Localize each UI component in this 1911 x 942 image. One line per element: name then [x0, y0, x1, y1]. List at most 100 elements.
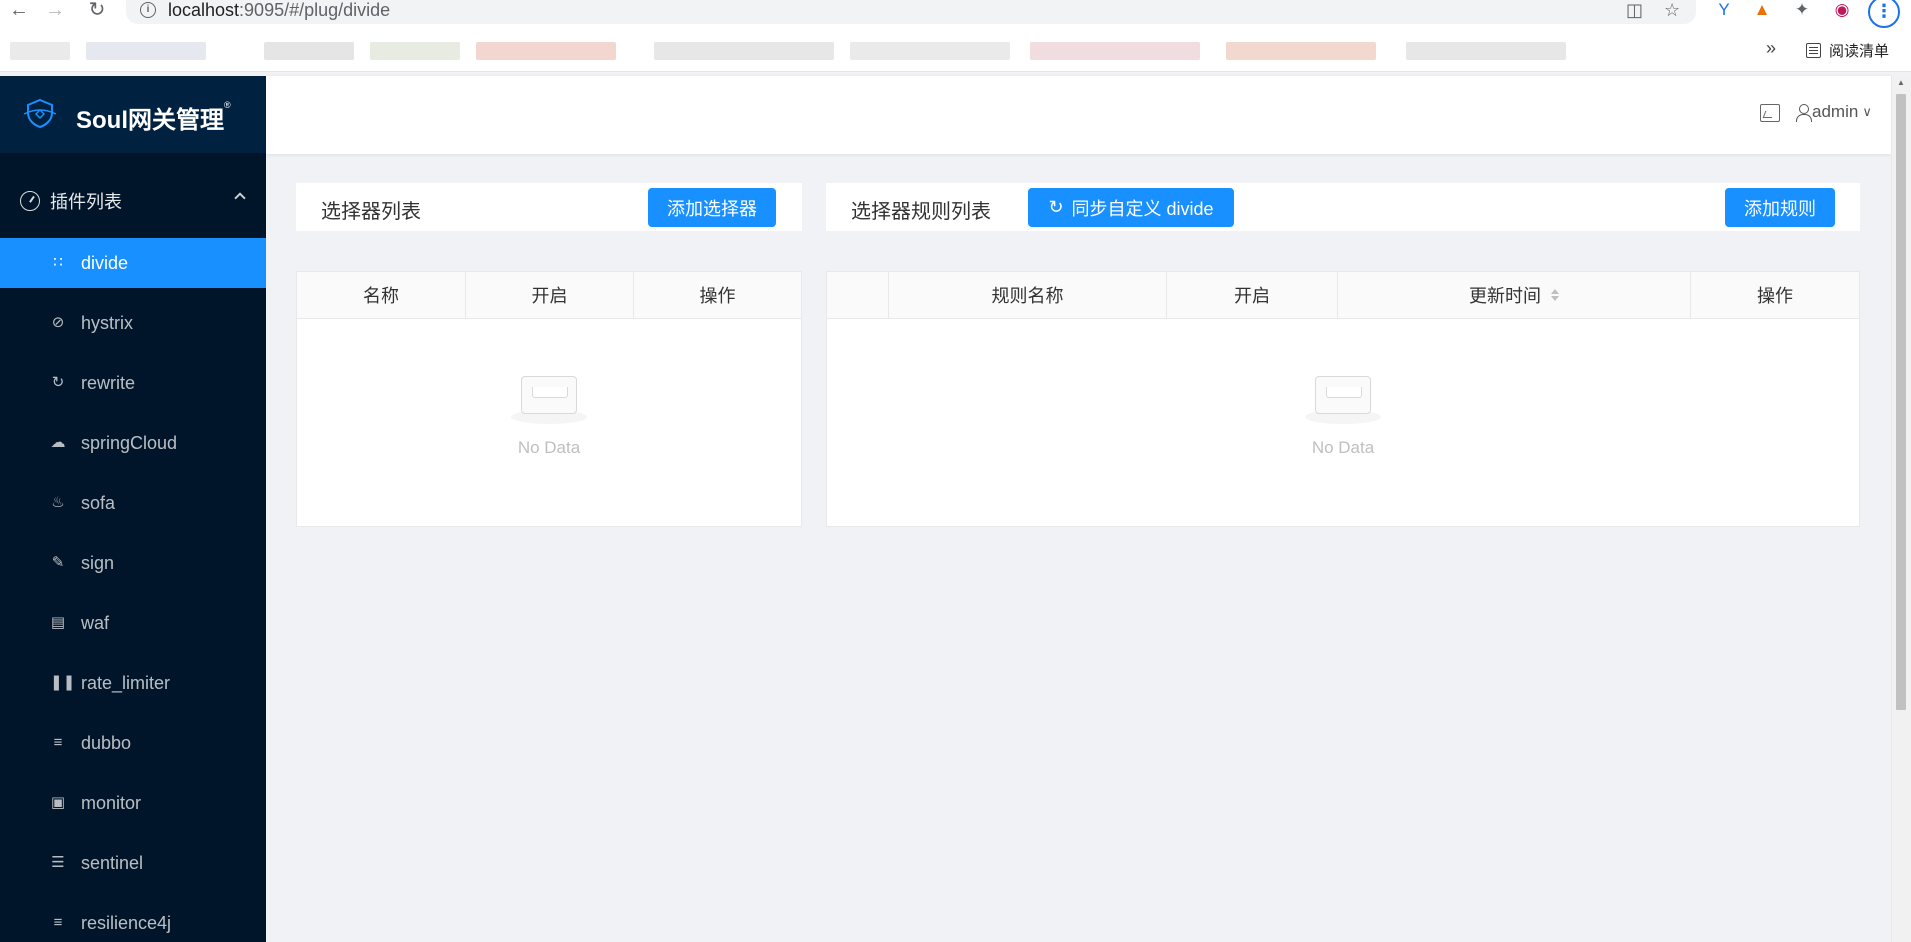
sort-caret-icon[interactable] [1551, 289, 1559, 301]
column-header-action: 操作 [699, 286, 736, 306]
sync-button-label: 同步自定义 divide [1071, 198, 1214, 219]
column-header-enabled: 开启 [466, 272, 634, 318]
profile-avatar-icon[interactable]: ◉ [1830, 0, 1854, 22]
rule-table: 规则名称 开启 更新时间 操作 No Data [826, 271, 1860, 527]
rule-panel-header: 选择器规则列表 ↻ 同步自定义 divide 添加规则 [826, 183, 1860, 231]
browser-toolbar: ← → ↻ i localhost:9095/#/plug/divide ◫ ☆… [0, 0, 1911, 28]
bookmark-blurred[interactable] [1406, 42, 1566, 60]
bookmarks-bar: » 阅读清单 [0, 28, 1911, 72]
column-header-enabled: 开启 [1167, 272, 1338, 318]
url-host: localhost [168, 0, 240, 20]
sidebar-item-hystrix[interactable]: ⊘ hystrix [0, 298, 266, 348]
sidebar-item-sentinel[interactable]: ☰ sentinel [0, 838, 266, 888]
plugin-menu: ∷ divide ⊘ hystrix ↻ rewrite ☁ springClo… [0, 238, 266, 942]
sidebar-item-label: divide [81, 253, 129, 273]
reading-list-button[interactable]: 阅读清单 [1806, 40, 1889, 61]
column-header-blank [827, 272, 889, 318]
sync-icon: ↻ [1048, 197, 1064, 217]
bookmark-star-icon[interactable]: ☆ [1664, 0, 1680, 20]
bookmark-blurred[interactable] [850, 42, 1010, 60]
extensions-puzzle-icon[interactable]: ✦ [1790, 0, 1814, 22]
user-menu[interactable]: admin ∨ [1796, 102, 1872, 122]
sidebar-item-label: rewrite [81, 373, 136, 393]
extension-tree-icon[interactable]: ▲ [1750, 0, 1774, 22]
add-rule-button[interactable]: 添加规则 [1725, 188, 1835, 227]
logo-text: Soul网关管理® [76, 100, 231, 135]
sidebar-item-label: sign [81, 553, 115, 573]
selector-panel-header: 选择器列表 添加选择器 [296, 183, 802, 231]
bookmark-blurred[interactable] [10, 42, 70, 60]
bookmark-blurred[interactable] [654, 42, 834, 60]
highlight-icon: ✎ [51, 554, 65, 571]
camera-icon: ▣ [50, 794, 66, 811]
sidebar-item-label: dubbo [81, 733, 132, 753]
selector-panel-title: 选择器列表 [321, 201, 421, 223]
url-text[interactable]: localhost:9095/#/plug/divide [168, 0, 390, 20]
page-scrollbar-thumb[interactable] [1896, 94, 1906, 710]
image-export-icon[interactable] [1760, 104, 1780, 122]
rule-panel-title: 选择器规则列表 [851, 201, 991, 223]
submenu-plugin-list[interactable]: 插件列表 [0, 176, 266, 226]
sidebar-item-sofa[interactable]: ♨ sofa [0, 478, 266, 528]
sidebar-item-dubbo[interactable]: ≡ dubbo [0, 718, 266, 768]
chevron-up-icon [234, 192, 246, 204]
username: admin [1812, 102, 1859, 121]
selector-table: 名称 开启 操作 No Data [296, 271, 802, 527]
top-header: admin ∨ [266, 76, 1891, 154]
bookmark-blurred[interactable] [264, 42, 354, 60]
cloud-icon: ☁ [50, 434, 66, 451]
selector-table-header: 名称 开启 操作 [297, 272, 801, 319]
empty-inbox-icon [511, 372, 587, 424]
bookmark-blurred[interactable] [370, 42, 460, 60]
site-info-icon[interactable]: i [140, 2, 156, 18]
logo-title: Soul网关管理 [76, 107, 224, 134]
rule-empty-state: No Data [827, 372, 1859, 458]
scroll-up-arrow-icon[interactable]: ▲ [1896, 78, 1906, 88]
bookmark-blurred[interactable] [1030, 42, 1200, 60]
column-header-action: 操作 [1757, 286, 1793, 306]
fire-icon: ♨ [51, 494, 65, 511]
reload-icon[interactable]: ↻ [84, 0, 110, 24]
add-selector-button[interactable]: 添加选择器 [648, 188, 776, 227]
sync-divide-button[interactable]: ↻ 同步自定义 divide [1028, 188, 1234, 227]
sidebar-item-sign[interactable]: ✎ sign [0, 538, 266, 588]
bookmarks-more-icon[interactable]: » [1766, 38, 1776, 59]
dashboard-icon [20, 191, 40, 211]
sidebar-item-rewrite[interactable]: ↻ rewrite [0, 358, 266, 408]
user-icon [1796, 104, 1812, 122]
sidebar: Soul网关管理® 插件列表 ∷ divide ⊘ hystrix ↻ rewr… [0, 76, 266, 942]
forward-arrow-icon[interactable]: → [42, 0, 68, 24]
bookmark-blurred[interactable] [86, 42, 206, 60]
pause-icon: ❚❚ [50, 674, 76, 691]
list-icon: ≡ [53, 914, 63, 931]
bookmark-blurred[interactable] [476, 42, 616, 60]
column-header-name: 名称 [297, 272, 466, 318]
sidebar-item-waf[interactable]: ▤ waf [0, 598, 266, 648]
stop-icon: ⊘ [51, 314, 65, 331]
sidebar-item-label: sentinel [81, 853, 144, 873]
sidebar-item-monitor[interactable]: ▣ monitor [0, 778, 266, 828]
address-bar[interactable]: i localhost:9095/#/plug/divide ◫ ☆ [126, 0, 1696, 24]
logo-area[interactable]: Soul网关管理® [0, 76, 266, 153]
empty-inbox-icon [1305, 372, 1381, 424]
sidebar-item-label: sofa [81, 493, 116, 513]
align-left-icon: ≡ [53, 734, 63, 751]
chevron-down-icon: ∨ [1862, 104, 1872, 119]
sidebar-item-label: hystrix [81, 313, 134, 333]
sidebar-item-rate-limiter[interactable]: ❚❚ rate_limiter [0, 658, 266, 708]
border-horizontal-icon: ☰ [51, 854, 65, 871]
sidebar-item-springcloud[interactable]: ☁ springCloud [0, 418, 266, 468]
sidebar-item-label: waf [81, 613, 110, 633]
submenu-title-label: 插件列表 [50, 192, 122, 212]
sidebar-item-label: resilience4j [81, 913, 172, 933]
extension-y-icon[interactable]: Y [1712, 0, 1736, 22]
column-header-update-time[interactable]: 更新时间 [1338, 272, 1691, 318]
back-arrow-icon[interactable]: ← [6, 0, 32, 24]
translate-icon[interactable]: ◫ [1626, 0, 1643, 20]
sidebar-item-divide[interactable]: ∷ divide [0, 238, 266, 288]
sidebar-item-resilience4j[interactable]: ≡ resilience4j [0, 898, 266, 942]
bookmark-blurred[interactable] [1226, 42, 1376, 60]
url-path: :9095/#/plug/divide [239, 0, 391, 20]
update-time-label: 更新时间 [1469, 286, 1541, 306]
browser-menu-icon[interactable]: ⋮ [1868, 0, 1900, 28]
